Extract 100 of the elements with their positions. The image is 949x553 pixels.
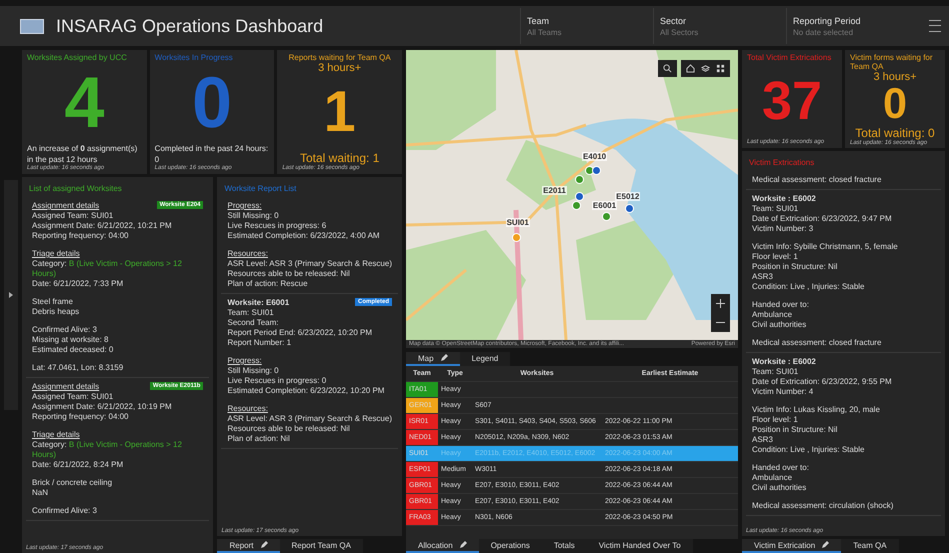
detail-text: ASR Level: ASR 3 (Primary Search & Rescue) — [227, 259, 392, 269]
detail-text: Missing at worksite: 8 — [32, 335, 108, 345]
detail-text: Civil authorities — [752, 320, 806, 330]
indicator-value: 0 — [192, 66, 232, 138]
indicator-title: Reports waiting for Team QA — [288, 53, 391, 62]
map-label: E6001 — [592, 200, 618, 210]
detail-text: Second Team: — [227, 318, 278, 328]
heading-text: Progress: — [227, 356, 262, 366]
detail-text: Team: SUI01 — [227, 308, 274, 318]
detail-text: Live Rescues in progress: 6 — [227, 221, 326, 231]
detail-text: Lat: 47.0461, Lon: 8.3159 — [32, 363, 124, 373]
detail-text: Estimated Completion: 6/23/2022, 10:20 PM — [227, 386, 384, 396]
tab[interactable]: Victim Handed Over To — [586, 539, 693, 553]
map-marker[interactable] — [592, 166, 601, 175]
detail-text: Still Missing: 0 — [227, 211, 279, 221]
indicator-footer: Total waiting: 0 — [855, 126, 935, 140]
grid-icon[interactable] — [716, 64, 725, 73]
tab[interactable]: Totals — [542, 539, 587, 553]
title-text: Worksite: E6001 — [227, 298, 290, 308]
tab[interactable]: Operations — [478, 539, 542, 553]
indicator-subtitle: 3 hours+ — [318, 62, 362, 74]
detail-text: Steel frame — [32, 297, 73, 307]
detail-text: Victim Info: Lukas Kissling, 20, male — [752, 405, 880, 415]
caret-icon — [9, 292, 13, 298]
map[interactable]: E4010 E2011 E6001 E5012 SUI01 — [406, 50, 738, 340]
detail-text: Position in Structure: Nil — [752, 425, 838, 435]
map-label: E4010 — [582, 152, 608, 160]
detail-text: Medical assessment: closed fracture — [752, 175, 882, 185]
indicator-value: 0 — [882, 83, 908, 126]
detail-text: Medical assessment: closed fracture — [752, 338, 882, 348]
map-marker[interactable] — [602, 212, 611, 222]
map-marker[interactable] — [572, 200, 581, 210]
category-text: Category: B (Live Victim - Operations > 12 Hours) — [32, 259, 183, 279]
indicator-footer: Completed in the past 24 hours: 0 — [154, 143, 270, 165]
tab[interactable]: Map — [406, 352, 460, 366]
detail-text: Medical assessment: circulation (shock) — [752, 501, 894, 511]
map-label: E5012 — [615, 192, 640, 202]
filter-selector[interactable]: Reporting Period No date selected — [786, 8, 919, 44]
indicator-value: 1 — [324, 84, 356, 142]
indicator-title: Victim forms waiting for Team QA — [850, 53, 934, 71]
detail-text: Report Number: 1 — [227, 338, 292, 348]
layers-icon[interactable] — [701, 64, 710, 73]
logo-icon — [20, 18, 44, 34]
detail-text: Still Missing: 0 — [227, 366, 279, 376]
detail-text: Ambulance — [752, 473, 792, 483]
tab[interactable]: Allocation — [406, 539, 479, 553]
map-marker[interactable] — [512, 232, 522, 242]
indicator-value: 37 — [762, 74, 822, 128]
detail-text: Condition: Live , Injuries: Stable — [752, 282, 865, 292]
heading-text: Assignment details — [32, 382, 100, 392]
tab[interactable]: Team QA — [841, 539, 899, 553]
detail-text: Brick / concrete ceiling — [32, 478, 112, 488]
detail-text: Date: 6/21/2022, 7:33 PM — [32, 279, 124, 289]
detail-text: Assignment Date: 6/21/2022, 10:21 PM — [32, 221, 172, 231]
detail-text: Team: SUI01 — [752, 367, 798, 377]
tab[interactable]: Report Team QA — [280, 539, 363, 553]
map-label: E2011 — [542, 186, 567, 196]
detail-text: Assignment Date: 6/21/2022, 10:19 PM — [32, 402, 172, 412]
detail-text: NaN — [32, 488, 48, 498]
detail-text: Assigned Team: SUI01 — [32, 392, 114, 402]
detail-text: Resources able to be released: Nil — [227, 269, 350, 279]
detail-text: Confirmed Alive: 3 — [32, 506, 97, 516]
panel-title: Worksite Report List — [224, 184, 298, 193]
heading-text: Resources: — [227, 404, 268, 414]
home-icon[interactable] — [686, 64, 695, 73]
detail-text: Resources able to be released: Nil — [227, 424, 350, 434]
detail-text: Confirmed Alive: 3 — [32, 325, 97, 335]
map-label: SUI01 — [506, 218, 530, 228]
detail-text: Reporting frequency: 04:00 — [32, 231, 129, 241]
detail-text: Victim Number: 4 — [752, 387, 814, 397]
map-marker[interactable] — [625, 204, 634, 213]
detail-text: Estimated deceased: 0 — [32, 345, 114, 355]
indicator-footer: Total waiting: 1 — [300, 151, 380, 165]
detail-text: Assigned Team: SUI01 — [32, 211, 114, 221]
panel-title: Victim Extrications — [749, 158, 816, 167]
search-icon[interactable] — [663, 64, 672, 73]
detail-text: ASR3 — [752, 272, 773, 282]
filter-selector[interactable]: Sector All Sectors — [653, 8, 786, 44]
detail-text: Plan of action: Rescue — [227, 279, 308, 289]
detail-text: Date of Extrication: 6/23/2022, 9:47 PM — [752, 214, 892, 224]
detail-text: Ambulance — [752, 310, 792, 320]
detail-text: Live Rescues in progress: 0 — [227, 376, 326, 386]
tab[interactable]: Report — [217, 539, 280, 553]
detail-text: Victim Number: 3 — [752, 224, 814, 234]
heading-text: Resources: — [227, 249, 268, 259]
filter-selector[interactable]: Team All Teams — [520, 8, 653, 44]
menu-icon[interactable] — [929, 20, 941, 32]
detail-text: Position in Structure: Nil — [752, 262, 838, 272]
side-panel-toggle[interactable] — [4, 180, 18, 410]
detail-text: Estimated Completion: 6/23/2022, 4:00 AM — [227, 231, 380, 241]
heading-text: Triage details — [32, 430, 80, 440]
tab[interactable]: Legend — [460, 352, 510, 366]
heading-text: Assignment details — [32, 201, 100, 211]
tab[interactable]: Victim Extrication — [742, 539, 842, 553]
detail-text: Date of Extrication: 6/23/2022, 9:55 PM — [752, 377, 892, 387]
detail-text: ASR Level: ASR 3 (Primary Search & Rescue) — [227, 414, 392, 424]
detail-text: Debris heaps — [32, 307, 80, 317]
dashboard-title: INSARAG Operations Dashboard — [56, 16, 324, 36]
map-marker[interactable] — [575, 192, 584, 202]
detail-text: Date: 6/21/2022, 8:24 PM — [32, 460, 124, 470]
